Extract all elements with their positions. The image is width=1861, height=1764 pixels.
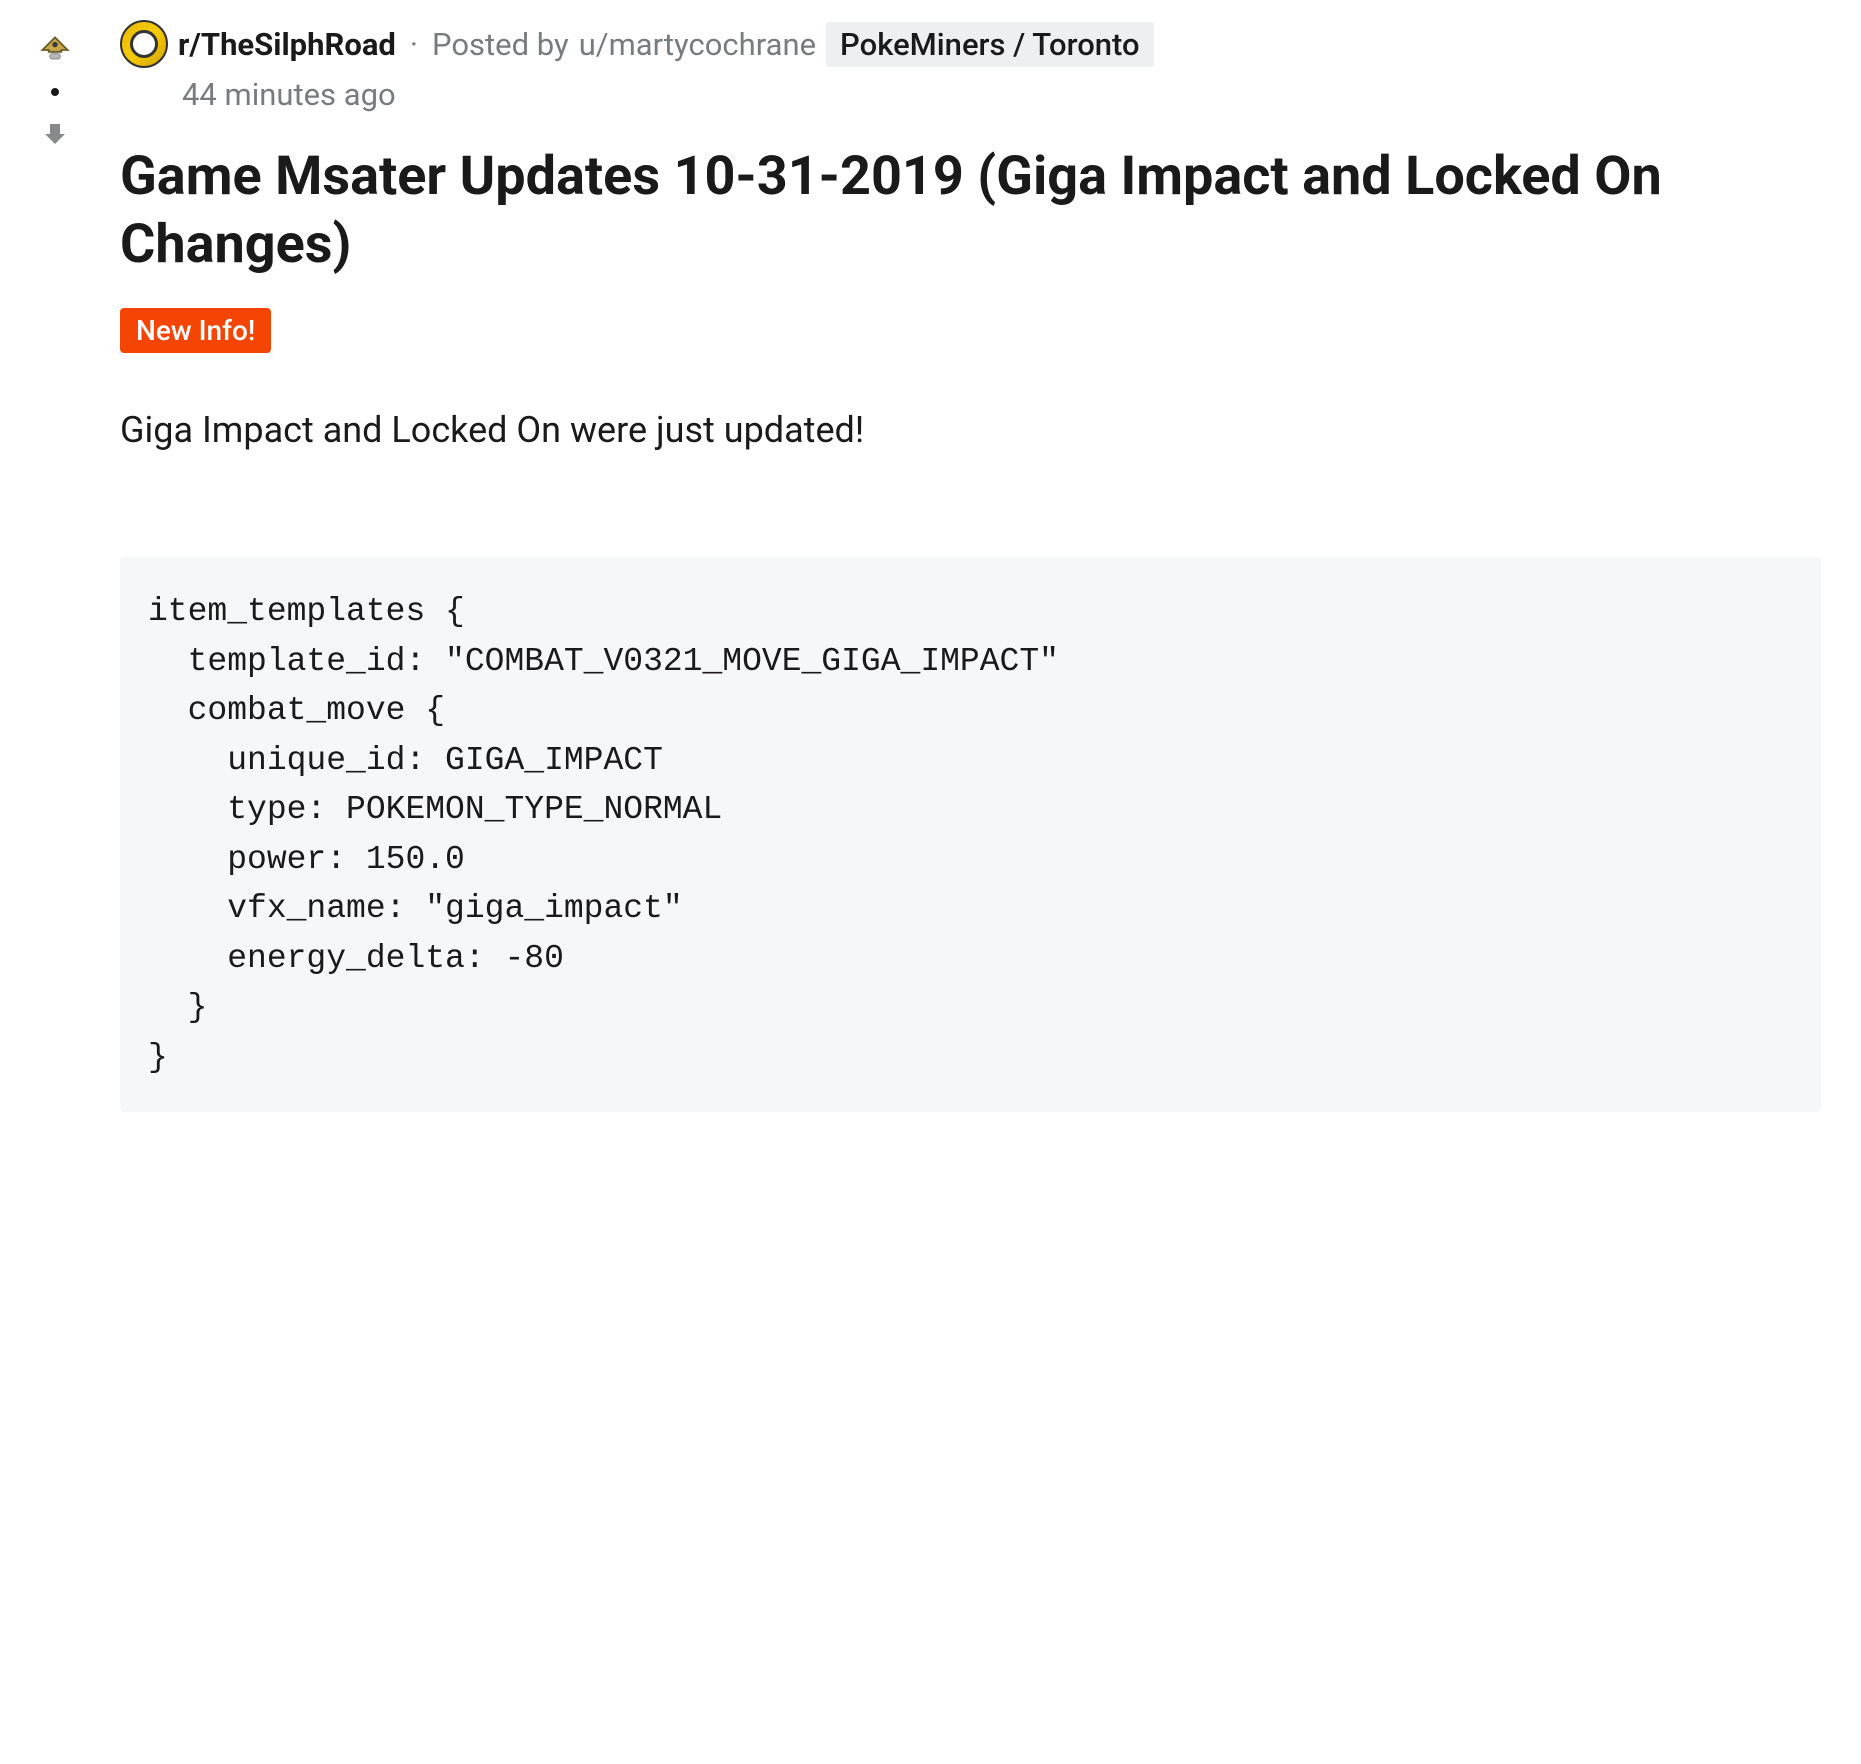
vote-column [30, 20, 80, 1112]
downvote-icon [40, 119, 70, 149]
author-link[interactable]: u/martycochrane [579, 26, 816, 63]
subreddit-icon[interactable] [120, 20, 168, 68]
upvote-button[interactable] [35, 30, 75, 70]
code-block: item_templates { template_id: "COMBAT_V0… [120, 557, 1821, 1112]
post-flair-badge[interactable]: New Info! [120, 308, 271, 353]
user-flair: PokeMiners / Toronto [826, 22, 1154, 67]
post-title: Game Msater Updates 10-31-2019 (Giga Imp… [120, 143, 1821, 278]
post-content: r/TheSilphRoad · Posted by u/martycochra… [80, 20, 1821, 1112]
separator-dot: · [410, 26, 418, 63]
subreddit-link[interactable]: r/TheSilphRoad [178, 26, 396, 63]
post-container: r/TheSilphRoad · Posted by u/martycochra… [0, 0, 1861, 1132]
post-timestamp: 44 minutes ago [182, 76, 1821, 113]
post-body-text: Giga Impact and Locked On were just upda… [120, 403, 1821, 457]
vote-score-dot [51, 88, 59, 96]
post-header: r/TheSilphRoad · Posted by u/martycochra… [120, 20, 1821, 68]
posted-by-label: Posted by [432, 26, 569, 63]
downvote-button[interactable] [35, 114, 75, 154]
upvote-icon [37, 32, 73, 68]
